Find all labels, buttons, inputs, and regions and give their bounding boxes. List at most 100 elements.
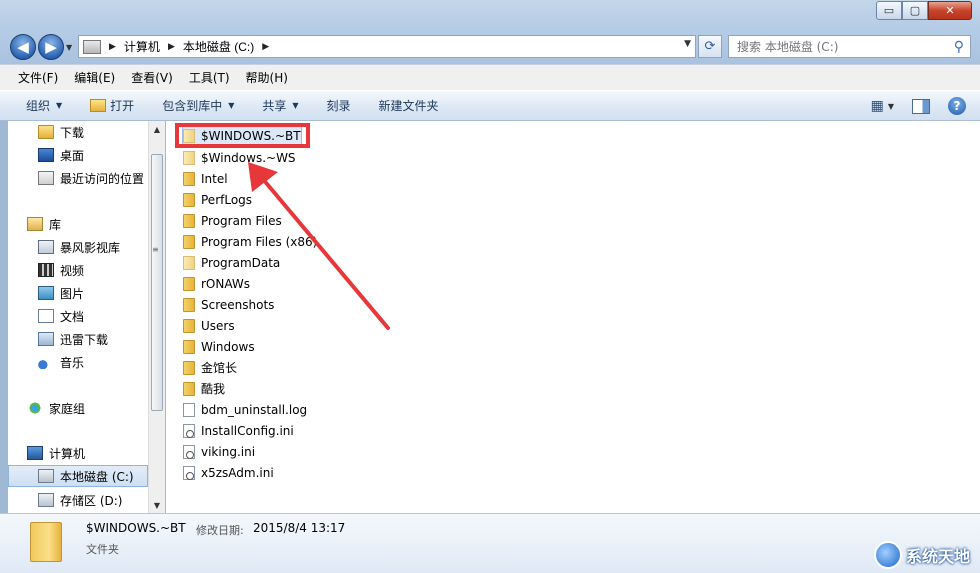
share-label: 共享 bbox=[262, 99, 287, 113]
address-dropdown-icon[interactable]: ▼ bbox=[684, 39, 691, 49]
navigation-pane: 下载 桌面 最近访问的位置 库 暴风影视库 视频 图片 文档 迅雷下载 音乐 家… bbox=[8, 121, 148, 513]
file-item-windows[interactable]: Windows bbox=[183, 336, 255, 357]
scroll-down-icon[interactable]: ▼ bbox=[149, 497, 165, 513]
watermark-logo-icon bbox=[873, 541, 902, 569]
change-view-icon[interactable]: ▦ bbox=[871, 98, 884, 114]
open-label: 打开 bbox=[110, 99, 135, 113]
close-button[interactable]: ✕ bbox=[928, 1, 972, 20]
sidebar-item-pictures[interactable]: 图片 bbox=[8, 282, 148, 304]
file-name: ProgramData bbox=[201, 255, 281, 270]
file-item-program-files-x86[interactable]: Program Files (x86) bbox=[183, 231, 317, 252]
folder-icon bbox=[183, 234, 195, 249]
new-folder-button[interactable]: 新建文件夹 bbox=[379, 97, 439, 114]
chevron-down-icon[interactable]: ▼ bbox=[888, 102, 894, 111]
settings-file-icon bbox=[183, 444, 195, 459]
selected-folder-icon bbox=[30, 522, 62, 562]
recent-pages-dropdown-icon[interactable]: ▼ bbox=[66, 43, 72, 52]
include-library-label: 包含到库中 bbox=[162, 99, 223, 113]
sidebar-item-local-disk-c[interactable]: 本地磁盘 (C:) bbox=[8, 465, 148, 487]
modified-date-value: 2015/8/4 13:17 bbox=[253, 521, 346, 535]
breadcrumb-computer[interactable]: 计算机 bbox=[124, 38, 160, 55]
chevron-down-icon: ▼ bbox=[228, 101, 235, 110]
sidebar-item-downloads[interactable]: 下载 bbox=[8, 121, 148, 143]
sidebar-item-label: 最近访问的位置 bbox=[60, 171, 145, 186]
menu-view[interactable]: 查看(V) bbox=[131, 69, 173, 86]
settings-file-icon bbox=[183, 465, 195, 480]
file-name: 酷我 bbox=[201, 382, 226, 396]
scroll-up-icon[interactable]: ▲ bbox=[149, 121, 165, 137]
file-item-ronaws[interactable]: rONAWs bbox=[183, 273, 250, 294]
file-item-jinguanzhang[interactable]: 金馆长 bbox=[183, 357, 237, 378]
text-file-icon bbox=[183, 402, 195, 417]
sidebar-item-videos[interactable]: 视频 bbox=[8, 259, 148, 281]
file-item-viking-ini[interactable]: viking.ini bbox=[183, 441, 255, 462]
file-item-programdata[interactable]: ProgramData bbox=[183, 252, 280, 273]
sidebar-item-label: 文档 bbox=[60, 309, 85, 324]
breadcrumb-separator-icon[interactable]: ▶ bbox=[262, 42, 269, 52]
sidebar-item-label: 家庭组 bbox=[49, 401, 86, 416]
file-list: $WINDOWS.~BT $Windows.~WS Intel PerfLogs… bbox=[166, 121, 980, 513]
file-name: $Windows.~WS bbox=[201, 150, 296, 165]
search-input[interactable] bbox=[737, 39, 937, 54]
breadcrumb-separator-icon[interactable]: ▶ bbox=[168, 42, 175, 52]
organize-button[interactable]: 组织 ▼ bbox=[26, 97, 62, 114]
watermark-text: 系统天地 bbox=[905, 547, 970, 566]
view-controls: ▦ ▼ ? bbox=[871, 97, 966, 115]
sidebar-item-xunlei-downloads[interactable]: 迅雷下载 bbox=[8, 328, 148, 350]
menu-tools[interactable]: 工具(T) bbox=[189, 69, 230, 86]
file-item-windows-ws[interactable]: $Windows.~WS bbox=[183, 147, 296, 168]
file-item-program-files[interactable]: Program Files bbox=[183, 210, 282, 231]
menu-edit[interactable]: 编辑(E) bbox=[74, 69, 115, 86]
file-item-installconfig-ini[interactable]: InstallConfig.ini bbox=[183, 420, 294, 441]
sidebar-item-homegroup[interactable]: 家庭组 bbox=[8, 397, 148, 419]
sidebar-item-documents[interactable]: 文档 bbox=[8, 305, 148, 327]
sidebar-item-label: 本地磁盘 (C:) bbox=[60, 469, 134, 484]
sidebar-item-video-library[interactable]: 暴风影视库 bbox=[8, 236, 148, 258]
menu-file[interactable]: 文件(F) bbox=[18, 69, 58, 86]
open-folder-icon bbox=[90, 99, 107, 112]
folder-icon bbox=[183, 318, 195, 333]
scrollbar-thumb[interactable] bbox=[151, 154, 163, 411]
sidebar-item-label: 下载 bbox=[60, 125, 85, 140]
music-icon bbox=[38, 355, 54, 369]
menu-help[interactable]: 帮助(H) bbox=[246, 69, 288, 86]
window-controls: ▭ ▢ ✕ bbox=[876, 1, 972, 20]
minimize-button[interactable]: ▭ bbox=[876, 1, 902, 20]
maximize-button[interactable]: ▢ bbox=[902, 1, 928, 20]
breadcrumb-separator-icon[interactable]: ▶ bbox=[109, 42, 116, 52]
search-icon[interactable]: ⚲ bbox=[954, 39, 964, 55]
file-item-x5zsadm-ini[interactable]: x5zsAdm.ini bbox=[183, 462, 274, 483]
sidebar-item-libraries[interactable]: 库 bbox=[8, 213, 148, 235]
file-item-intel[interactable]: Intel bbox=[183, 168, 228, 189]
file-item-perflogs[interactable]: PerfLogs bbox=[183, 189, 252, 210]
file-item-kuwo[interactable]: 酷我 bbox=[183, 378, 225, 399]
include-in-library-button[interactable]: 包含到库中 ▼ bbox=[162, 97, 234, 114]
open-button[interactable]: 打开 bbox=[90, 97, 134, 114]
breadcrumb-local-disk[interactable]: 本地磁盘 (C:) bbox=[183, 38, 254, 55]
file-item-screenshots[interactable]: Screenshots bbox=[183, 294, 274, 315]
folder-icon bbox=[183, 339, 195, 354]
sidebar-item-label: 暴风影视库 bbox=[60, 240, 121, 255]
forward-button[interactable]: ▶ bbox=[38, 34, 64, 60]
address-bar[interactable]: ▶ 计算机 ▶ 本地磁盘 (C:) ▶ ▼ bbox=[78, 35, 696, 58]
burn-button[interactable]: 刻录 bbox=[327, 97, 351, 114]
preview-pane-icon[interactable] bbox=[912, 98, 930, 114]
sidebar-item-music[interactable]: 音乐 bbox=[8, 351, 148, 373]
navigation-scrollbar[interactable]: ▲ ≡ ▼ bbox=[148, 121, 165, 513]
file-item-users[interactable]: Users bbox=[183, 315, 235, 336]
sidebar-item-storage-d[interactable]: 存储区 (D:) bbox=[8, 489, 148, 511]
sidebar-item-recent-places[interactable]: 最近访问的位置 bbox=[8, 167, 148, 189]
share-button[interactable]: 共享 ▼ bbox=[262, 97, 298, 114]
search-box[interactable]: ⚲ bbox=[728, 35, 971, 58]
sidebar-item-desktop[interactable]: 桌面 bbox=[8, 144, 148, 166]
menu-bar: 文件(F) 编辑(E) 查看(V) 工具(T) 帮助(H) bbox=[0, 64, 980, 90]
file-name: rONAWs bbox=[201, 276, 251, 291]
back-button[interactable]: ◀ bbox=[10, 34, 36, 60]
refresh-button[interactable]: ⟳ bbox=[698, 35, 722, 58]
chevron-down-icon: ▼ bbox=[292, 101, 299, 110]
sidebar-item-computer[interactable]: 计算机 bbox=[8, 442, 148, 464]
file-item-bdm-uninstall-log[interactable]: bdm_uninstall.log bbox=[183, 399, 307, 420]
help-icon[interactable]: ? bbox=[948, 97, 966, 115]
desktop-icon bbox=[38, 148, 54, 162]
computer-icon bbox=[27, 446, 43, 460]
